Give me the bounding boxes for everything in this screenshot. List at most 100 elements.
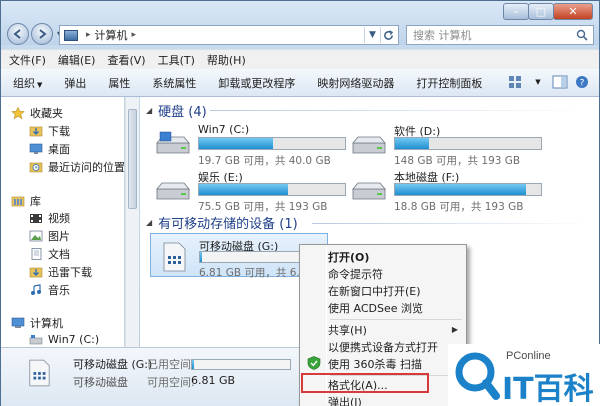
search-icon[interactable] bbox=[574, 27, 590, 43]
menu-command-prompt[interactable]: 命令提示符 bbox=[328, 265, 464, 282]
nav-scrollbar[interactable] bbox=[125, 97, 139, 347]
menu-share-label: 共享(H) bbox=[328, 323, 367, 337]
window-controls: – □ ✕ bbox=[503, 3, 593, 21]
uninstall-program-button[interactable]: 卸载或更改程序 bbox=[218, 75, 295, 91]
menu-share[interactable]: 共享(H) ▶ bbox=[328, 321, 464, 338]
recent-places-icon bbox=[29, 162, 43, 173]
pconline-watermark: PConline IT百科 bbox=[448, 344, 600, 406]
details-drive-name: 可移动磁盘 (G:) bbox=[73, 358, 153, 371]
view-dropdown-icon[interactable]: ▼ bbox=[529, 74, 547, 90]
maximize-button[interactable]: □ bbox=[528, 3, 554, 20]
nav-computer[interactable]: 计算机 bbox=[11, 315, 63, 331]
capacity-bar bbox=[198, 137, 346, 150]
nav-recent-places[interactable]: 最近访问的位置 bbox=[29, 159, 124, 175]
format-highlight-box bbox=[301, 373, 429, 393]
organize-button[interactable]: 组织 ▼ bbox=[13, 75, 42, 91]
close-button[interactable]: ✕ bbox=[553, 3, 593, 20]
menu-view[interactable]: 查看(V) bbox=[107, 52, 145, 68]
capacity-fill bbox=[199, 138, 274, 149]
nav-xunlei-downloads-label: 迅雷下载 bbox=[48, 266, 92, 279]
forward-button[interactable] bbox=[31, 23, 53, 45]
drive-e[interactable]: 娱乐 (E:) 75.5 GB 可用，共 193 GB bbox=[154, 169, 354, 215]
library-icon bbox=[11, 196, 25, 207]
search-input[interactable]: 搜索 计算机 bbox=[413, 27, 574, 43]
capacity-fill bbox=[395, 138, 429, 149]
computer-icon bbox=[11, 317, 25, 328]
preview-pane-icon[interactable] bbox=[551, 74, 569, 90]
menu-help[interactable]: 帮助(H) bbox=[207, 52, 246, 68]
it-baike-logo-icon bbox=[455, 352, 500, 400]
eject-button[interactable]: 弹出 bbox=[64, 75, 86, 91]
drive-info: 148 GB 可用，共 193 GB bbox=[394, 155, 521, 167]
menu-360-scan[interactable]: 使用 360杀毒 扫描 bbox=[328, 355, 464, 372]
organize-label: 组织 bbox=[13, 76, 35, 90]
menu-edit[interactable]: 编辑(E) bbox=[58, 52, 96, 68]
drive-d[interactable]: 软件 (D:) 148 GB 可用，共 193 GB bbox=[350, 123, 550, 169]
address-bar[interactable]: ▸ 计算机 ▸ ▼ bbox=[59, 25, 399, 45]
map-network-drive-button[interactable]: 映射网络驱动器 bbox=[317, 75, 394, 91]
nav-downloads-label: 下载 bbox=[48, 125, 70, 138]
nav-drive-c[interactable]: Win7 (C:) bbox=[29, 333, 99, 346]
hard-drives-group[interactable]: ◢ 硬盘 (4) bbox=[146, 101, 207, 120]
nav-desktop[interactable]: 桌面 bbox=[29, 141, 70, 157]
minimize-button[interactable]: – bbox=[503, 3, 529, 20]
capacity-fill bbox=[199, 184, 289, 195]
menu-open-new-window[interactable]: 在新窗口中打开(E) bbox=[328, 282, 464, 299]
svg-text:?: ? bbox=[580, 79, 585, 89]
menu-acdsee-browse[interactable]: 使用 ACDSee 浏览 bbox=[328, 299, 464, 316]
nav-documents[interactable]: 文档 bbox=[29, 246, 70, 262]
properties-button[interactable]: 属性 bbox=[108, 75, 130, 91]
nav-music-label: 音乐 bbox=[48, 284, 70, 297]
drive-f[interactable]: 本地磁盘 (F:) 18.8 GB 可用，共 193 GB bbox=[350, 169, 550, 215]
details-drive-type: 可移动磁盘 bbox=[73, 376, 128, 389]
360-antivirus-icon bbox=[307, 356, 321, 370]
nav-favorites[interactable]: 收藏夹 bbox=[11, 105, 63, 121]
nav-pictures-label: 图片 bbox=[48, 230, 70, 243]
system-properties-button[interactable]: 系统属性 bbox=[152, 75, 196, 91]
nav-videos[interactable]: 视频 bbox=[29, 210, 70, 226]
collapse-arrow-icon: ◢ bbox=[146, 218, 153, 227]
nav-drive-c-label: Win7 (C:) bbox=[48, 333, 100, 346]
removable-devices-group-label: 有可移动存储的设备 (1) bbox=[158, 217, 298, 232]
capacity-bar bbox=[198, 183, 346, 196]
free-space-value: 6.81 GB bbox=[191, 374, 236, 387]
address-separator-2[interactable]: ▸ bbox=[132, 30, 137, 40]
nav-xunlei-downloads[interactable]: 迅雷下载 bbox=[29, 264, 92, 280]
capacity-fill bbox=[200, 252, 203, 262]
address-location[interactable]: 计算机 bbox=[95, 27, 128, 43]
nav-pictures[interactable]: 图片 bbox=[29, 228, 70, 244]
open-control-panel-button[interactable]: 打开控制面板 bbox=[416, 75, 482, 91]
nav-downloads[interactable]: 下载 bbox=[29, 123, 70, 139]
nav-computer-label: 计算机 bbox=[30, 317, 63, 330]
nav-desktop-label: 桌面 bbox=[48, 143, 70, 156]
nav-libraries[interactable]: 库 bbox=[11, 193, 41, 209]
video-library-icon bbox=[30, 214, 42, 223]
drive-info: 75.5 GB 可用，共 193 GB bbox=[198, 201, 328, 213]
nav-libraries-label: 库 bbox=[30, 195, 41, 208]
help-icon[interactable]: ? bbox=[573, 74, 591, 90]
refresh-icon[interactable] bbox=[380, 27, 396, 43]
computer-icon bbox=[64, 29, 78, 41]
document-library-icon bbox=[31, 248, 42, 260]
watermark-brand: PConline bbox=[506, 350, 551, 362]
hard-drive-icon bbox=[352, 182, 386, 200]
menu-open[interactable]: 打开(O) bbox=[328, 248, 464, 265]
drive-name: Win7 (C:) bbox=[198, 123, 250, 136]
menu-file[interactable]: 文件(F) bbox=[9, 52, 46, 68]
menu-tools[interactable]: 工具(T) bbox=[158, 52, 195, 68]
hard-drive-icon bbox=[156, 182, 190, 200]
nav-scrollbar-thumb[interactable] bbox=[128, 109, 137, 209]
search-box[interactable]: 搜索 计算机 bbox=[406, 25, 594, 45]
desktop-icon bbox=[29, 143, 43, 154]
drive-c[interactable]: Win7 (C:) 19.7 GB 可用，共 40.0 GB bbox=[154, 123, 354, 169]
back-button[interactable] bbox=[7, 23, 29, 45]
removable-devices-group[interactable]: ◢ 有可移动存储的设备 (1) bbox=[146, 213, 298, 232]
menu-open-portable-device[interactable]: 以便携式设备方式打开 bbox=[328, 338, 464, 355]
menu-separator bbox=[330, 319, 462, 320]
menu-eject[interactable]: 弹出(J) bbox=[328, 393, 464, 406]
address-separator[interactable]: ▸ bbox=[86, 30, 91, 40]
view-options-icon[interactable] bbox=[507, 74, 525, 90]
address-dropdown-icon[interactable]: ▼ bbox=[364, 27, 380, 43]
nav-videos-label: 视频 bbox=[48, 212, 70, 225]
nav-music[interactable]: 音乐 bbox=[29, 282, 70, 298]
